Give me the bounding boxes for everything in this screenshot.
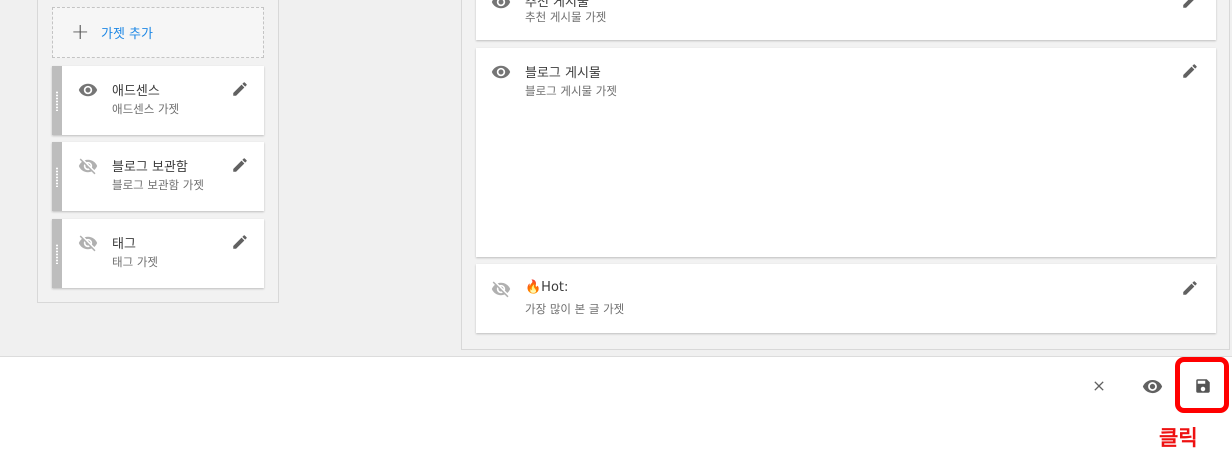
close-icon[interactable] bbox=[1084, 371, 1114, 401]
layout-canvas: + 가젯 추가 애드센스 애드센스 가젯 블로그 보관함 블로그 보관함 가젯 … bbox=[0, 0, 1232, 357]
eye-icon[interactable] bbox=[1137, 371, 1167, 401]
click-annotation: 클릭 bbox=[1159, 426, 1198, 450]
gadget-featured-post[interactable]: 추천 게시물 추천 게시물 가젯 bbox=[476, 0, 1216, 40]
drag-handle[interactable] bbox=[52, 142, 62, 211]
gadget-title: 🔥Hot: bbox=[525, 280, 569, 295]
gadget-blog-archive[interactable]: 블로그 보관함 블로그 보관함 가젯 bbox=[52, 142, 264, 211]
gadget-tags[interactable]: 태그 태그 가젯 bbox=[52, 219, 264, 288]
gadget-title: 블로그 보관함 bbox=[112, 160, 188, 175]
gadget-subtitle: 블로그 보관함 가젯 bbox=[112, 178, 204, 192]
gadget-subtitle: 블로그 게시물 가젯 bbox=[525, 84, 617, 98]
gadget-title: 애드센스 bbox=[112, 84, 160, 99]
eye-icon[interactable] bbox=[490, 0, 512, 13]
drag-handle[interactable] bbox=[52, 219, 62, 288]
pencil-icon[interactable] bbox=[1180, 278, 1200, 298]
gadget-title: 태그 bbox=[112, 237, 136, 252]
eye-off-icon[interactable] bbox=[490, 278, 512, 300]
gadget-subtitle: 가장 많이 본 글 가젯 bbox=[525, 302, 625, 316]
gadget-subtitle: 태그 가젯 bbox=[112, 255, 158, 269]
layout-editor: + 가젯 추가 애드센스 애드센스 가젯 블로그 보관함 블로그 보관함 가젯 … bbox=[0, 0, 1232, 456]
pencil-icon[interactable] bbox=[230, 232, 250, 252]
main-section: 추천 게시물 추천 게시물 가젯 블로그 게시물 블로그 게시물 가젯 🔥Hot… bbox=[461, 0, 1230, 350]
plus-icon: + bbox=[71, 19, 90, 45]
eye-icon[interactable] bbox=[77, 79, 99, 101]
pencil-icon[interactable] bbox=[1180, 61, 1200, 81]
gadget-subtitle: 추천 게시물 가젯 bbox=[525, 10, 607, 24]
gadget-subtitle: 애드센스 가젯 bbox=[112, 102, 180, 116]
sidebar-section: + 가젯 추가 애드센스 애드센스 가젯 블로그 보관함 블로그 보관함 가젯 … bbox=[37, 0, 279, 303]
highlight-box bbox=[1175, 357, 1229, 413]
gadget-blog-posts[interactable]: 블로그 게시물 블로그 게시물 가젯 bbox=[476, 48, 1216, 257]
pencil-icon[interactable] bbox=[230, 155, 250, 175]
eye-off-icon[interactable] bbox=[77, 155, 99, 177]
eye-icon[interactable] bbox=[490, 61, 512, 83]
drag-handle[interactable] bbox=[52, 66, 62, 135]
pencil-icon[interactable] bbox=[1180, 0, 1200, 11]
add-gadget-button[interactable]: + 가젯 추가 bbox=[52, 7, 264, 58]
pencil-icon[interactable] bbox=[230, 79, 250, 99]
gadget-title: 블로그 게시물 bbox=[525, 66, 601, 81]
gadget-adsense[interactable]: 애드센스 애드센스 가젯 bbox=[52, 66, 264, 135]
add-gadget-label: 가젯 추가 bbox=[101, 27, 153, 42]
gadget-popular-posts[interactable]: 🔥Hot: 가장 많이 본 글 가젯 bbox=[476, 264, 1216, 333]
eye-off-icon[interactable] bbox=[77, 232, 99, 254]
